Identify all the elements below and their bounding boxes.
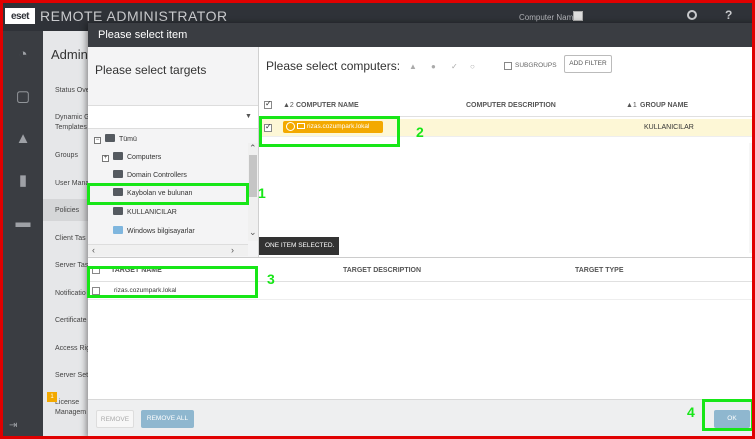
app-frame: eset REMOTE ADMINISTRATOR Computer Name … bbox=[0, 0, 755, 439]
tree-node-domain-controllers[interactable]: Domain Controllers bbox=[113, 169, 187, 183]
license-badge: 1 bbox=[47, 392, 57, 402]
menu-item[interactable]: Server Tas bbox=[55, 261, 91, 271]
menu-item[interactable]: Server Set bbox=[55, 371, 91, 381]
tree-node-label: Computers bbox=[127, 154, 162, 161]
threats-icon[interactable]: ▲ bbox=[13, 129, 33, 149]
scroll-right-icon[interactable]: › bbox=[231, 245, 234, 255]
select-item-dialog: Please select item Please select targets… bbox=[88, 23, 752, 436]
callout-box-1 bbox=[87, 183, 249, 205]
tree-node-kullanicilar[interactable]: KULLANICILAR bbox=[113, 206, 177, 220]
dialog-header: Please select item bbox=[88, 23, 752, 47]
tree-node-label: Tümü bbox=[119, 136, 137, 143]
collapse-icon[interactable]: − bbox=[94, 137, 101, 144]
unknown-filter-icon[interactable]: ○ bbox=[470, 62, 475, 71]
reports-icon[interactable]: ▮ bbox=[13, 171, 33, 191]
menu-item[interactable]: User Mana bbox=[55, 179, 91, 189]
ok-filter-icon[interactable]: ✓ bbox=[451, 62, 458, 71]
subgroups-checkbox[interactable] bbox=[504, 62, 512, 70]
folder-icon bbox=[105, 134, 115, 142]
info-filter-icon[interactable]: ● bbox=[431, 62, 436, 71]
callout-number-2: 2 bbox=[416, 124, 424, 140]
scroll-down-icon[interactable]: ⌄ bbox=[249, 227, 257, 238]
column-group-name[interactable]: GROUP NAME bbox=[640, 102, 688, 109]
sort-order-icon: ▲2 bbox=[283, 102, 294, 109]
select-all-checkbox[interactable] bbox=[264, 99, 272, 109]
computer-name-dropdown[interactable] bbox=[573, 11, 583, 21]
subgroups-label: SUBGROUPS bbox=[515, 62, 557, 69]
dashboard-icon[interactable]: ◔ bbox=[13, 45, 33, 65]
remove-all-button[interactable]: REMOVE ALL bbox=[141, 410, 194, 428]
computers-scrollbar[interactable] bbox=[749, 143, 752, 253]
admin-title: Admin bbox=[51, 47, 88, 62]
tree-node-tumu[interactable]: − Tümü bbox=[94, 133, 137, 147]
column-computer-name[interactable]: COMPUTER NAME bbox=[296, 102, 359, 109]
menu-item[interactable]: Templates bbox=[55, 123, 91, 133]
tree-node-computers[interactable]: + Computers bbox=[102, 151, 161, 165]
menu-item[interactable]: Policies bbox=[55, 206, 91, 216]
windows-folder-icon bbox=[113, 226, 123, 234]
menu-item[interactable]: Status Ove bbox=[55, 86, 91, 96]
expand-icon[interactable]: + bbox=[102, 155, 109, 162]
callout-box-4 bbox=[702, 399, 752, 431]
callout-number-1: 1 bbox=[258, 185, 266, 201]
menu-item[interactable]: License bbox=[55, 398, 91, 408]
scroll-left-icon[interactable]: ‹ bbox=[92, 245, 95, 255]
column-target-description[interactable]: TARGET DESCRIPTION bbox=[343, 267, 421, 274]
callout-number-3: 3 bbox=[267, 271, 275, 287]
targets-title: Please select targets bbox=[95, 63, 207, 77]
left-icon-rail: ◔ ▢ ▲ ▮ ▬ bbox=[3, 31, 43, 436]
tree-node-windows[interactable]: Windows bilgisayarlar bbox=[113, 225, 195, 239]
tree-node-label: KULLANICILAR bbox=[127, 209, 177, 216]
menu-item[interactable]: Access Rig bbox=[55, 344, 91, 354]
help-icon[interactable]: ? bbox=[725, 8, 732, 22]
targets-dropdown[interactable]: ▼ bbox=[88, 105, 258, 129]
warning-filter-icon[interactable]: ▲ bbox=[409, 62, 417, 71]
menu-item[interactable]: Dynamic G bbox=[55, 113, 91, 123]
dialog-title: Please select item bbox=[98, 29, 188, 41]
add-filter-button[interactable]: ADD FILTER bbox=[564, 55, 612, 73]
selection-info: ONE ITEM SELECTED. bbox=[259, 237, 339, 255]
computer-group: KULLANICILAR bbox=[644, 124, 694, 131]
column-computer-description[interactable]: COMPUTER DESCRIPTION bbox=[466, 102, 556, 109]
sort-order-icon: ▲1 bbox=[626, 102, 637, 109]
computers-panel: Please select computers: ▲ ● ✓ ○ SUBGROU… bbox=[259, 47, 752, 257]
menu-item[interactable]: Certificate bbox=[55, 316, 91, 326]
targets-panel: Please select targets ▼ − Tümü + Computers… bbox=[88, 47, 259, 257]
tree-horizontal-scrollbar[interactable]: ‹ › bbox=[88, 244, 248, 256]
callout-box-3 bbox=[87, 266, 258, 298]
app-title: REMOTE ADMINISTRATOR bbox=[40, 8, 228, 24]
menu-item[interactable]: Groups bbox=[55, 151, 91, 161]
folder-icon bbox=[113, 207, 123, 215]
remove-button[interactable]: REMOVE bbox=[96, 410, 134, 428]
menu-item[interactable]: Managem bbox=[55, 408, 91, 418]
column-target-type[interactable]: TARGET TYPE bbox=[575, 267, 623, 274]
computers-title: Please select computers: bbox=[266, 59, 401, 73]
menu-item[interactable]: Client Tas bbox=[55, 234, 91, 244]
computers-icon[interactable]: ▢ bbox=[13, 87, 33, 107]
collapse-arrow-icon[interactable]: ⇥ bbox=[9, 420, 17, 431]
folder-icon bbox=[113, 170, 123, 178]
folder-icon bbox=[113, 152, 123, 160]
dialog-footer: REMOVE REMOVE ALL OK bbox=[88, 399, 752, 436]
chevron-down-icon: ▼ bbox=[245, 113, 252, 120]
admin-icon[interactable]: ▬ bbox=[13, 213, 33, 233]
scroll-up-icon[interactable]: ⌃ bbox=[249, 143, 257, 154]
computers-table-header: ▲2 COMPUTER NAME COMPUTER DESCRIPTION ▲1… bbox=[259, 93, 752, 117]
eset-logo: eset bbox=[5, 8, 35, 24]
computer-name-label: Computer Name bbox=[519, 13, 578, 22]
tree-scroll-thumb[interactable] bbox=[249, 155, 257, 197]
search-icon[interactable] bbox=[687, 10, 697, 20]
callout-box-2 bbox=[259, 116, 400, 147]
menu-item[interactable]: Notificatio bbox=[55, 289, 91, 299]
callout-number-4: 4 bbox=[687, 404, 695, 420]
tree-node-label: Domain Controllers bbox=[127, 172, 187, 179]
tree-node-label: Windows bilgisayarlar bbox=[127, 228, 195, 235]
